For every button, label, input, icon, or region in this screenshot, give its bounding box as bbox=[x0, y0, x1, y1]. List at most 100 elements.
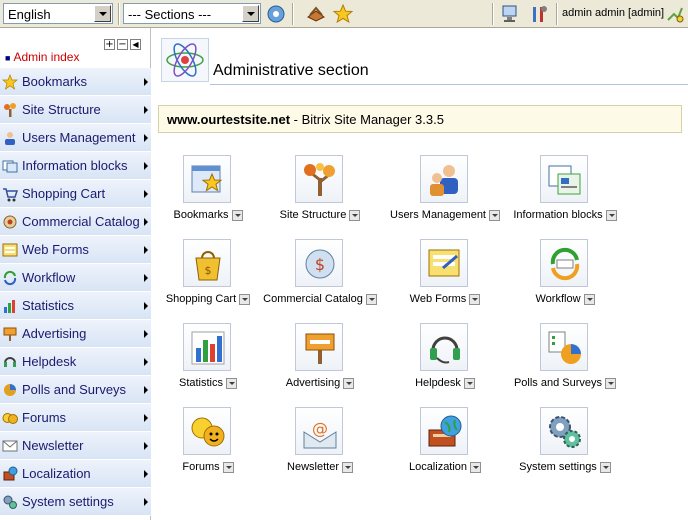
chevron-down-icon[interactable] bbox=[222, 461, 234, 473]
chevron-down-icon[interactable] bbox=[341, 461, 353, 473]
tile-label[interactable]: Information blocks bbox=[513, 209, 602, 221]
tile-label[interactable]: Localization bbox=[409, 461, 467, 473]
refresh-button[interactable] bbox=[265, 3, 287, 25]
chevron-down-icon[interactable] bbox=[489, 209, 500, 221]
tile-label[interactable]: System settings bbox=[519, 461, 597, 473]
sidebar-item-information-blocks[interactable]: Information blocks bbox=[0, 152, 151, 180]
sidebar-item-forums[interactable]: Forums bbox=[0, 404, 151, 432]
sidebar-item-polls-and-surveys[interactable]: Polls and Surveys bbox=[0, 376, 151, 404]
tile-workflow[interactable]: Workflow bbox=[500, 239, 630, 323]
tile-web-forms[interactable]: Web Forms bbox=[380, 239, 510, 323]
tile-label[interactable]: Polls and Surveys bbox=[514, 377, 602, 389]
sidebar-item-system-settings[interactable]: System settings bbox=[0, 488, 151, 516]
collapse-all-button[interactable]: − bbox=[117, 39, 128, 50]
tile-helpdesk[interactable]: Helpdesk bbox=[380, 323, 510, 407]
chevron-down-icon[interactable] bbox=[343, 377, 355, 389]
tile-newsletter[interactable]: @ Newsletter bbox=[255, 407, 385, 491]
tile-label[interactable]: Web Forms bbox=[410, 293, 467, 305]
tile-label[interactable]: Bookmarks bbox=[173, 209, 228, 221]
tile-localization[interactable]: Localization bbox=[380, 407, 510, 491]
tile-label[interactable]: Site Structure bbox=[280, 209, 347, 221]
site-structure-tile-icon[interactable] bbox=[295, 155, 343, 203]
helpdesk-tile-icon[interactable] bbox=[420, 323, 468, 371]
sidebar-item-shopping-cart[interactable]: Shopping Cart bbox=[0, 180, 151, 208]
information-blocks-tile-icon[interactable] bbox=[540, 155, 588, 203]
sidebar-item-users-management[interactable]: Users Management bbox=[0, 124, 151, 152]
statistics-tile-icon[interactable] bbox=[183, 323, 231, 371]
chevron-down-icon[interactable] bbox=[94, 5, 111, 22]
chevron-down-icon[interactable] bbox=[583, 293, 595, 305]
chevron-down-icon[interactable] bbox=[599, 461, 611, 473]
chevron-down-icon[interactable] bbox=[605, 377, 617, 389]
sidebar-item-label: Shopping Cart bbox=[22, 186, 106, 201]
favorites-button[interactable] bbox=[332, 3, 354, 25]
site-domain-link[interactable]: www.ourtestsite.net bbox=[167, 112, 290, 127]
sections-select[interactable]: --- Sections --- bbox=[123, 3, 261, 24]
users-management-tile-icon[interactable] bbox=[420, 155, 468, 203]
tile-label[interactable]: Newsletter bbox=[287, 461, 339, 473]
bookmarks-tile-icon[interactable] bbox=[183, 155, 231, 203]
language-select[interactable]: English bbox=[3, 3, 113, 24]
newsletter-tile-icon[interactable]: @ bbox=[295, 407, 343, 455]
chevron-down-icon[interactable] bbox=[463, 377, 475, 389]
expand-all-button[interactable]: + bbox=[104, 39, 115, 50]
tile-label[interactable]: Statistics bbox=[179, 377, 223, 389]
hide-panel-button[interactable]: ◀ bbox=[130, 39, 141, 50]
chevron-down-icon[interactable] bbox=[242, 5, 259, 22]
tile-forums[interactable]: Forums bbox=[143, 407, 273, 491]
tile-label[interactable]: Forums bbox=[182, 461, 219, 473]
admin-index-link[interactable]: ■ Admin index bbox=[5, 50, 79, 64]
tile-shopping-cart[interactable]: $ Shopping Cart bbox=[143, 239, 273, 323]
shopping-cart-tile-icon[interactable]: $ bbox=[183, 239, 231, 287]
chevron-down-icon[interactable] bbox=[349, 209, 361, 221]
tile-label[interactable]: Advertising bbox=[286, 377, 340, 389]
sidebar-item-label: Bookmarks bbox=[22, 74, 88, 89]
workflow-tile-icon[interactable] bbox=[540, 239, 588, 287]
localization-tile-icon[interactable] bbox=[420, 407, 468, 455]
chevron-down-icon[interactable] bbox=[469, 293, 481, 305]
tile-label[interactable]: Shopping Cart bbox=[166, 293, 236, 305]
tile-site-structure[interactable]: Site Structure bbox=[255, 155, 385, 239]
forums-tile-icon[interactable] bbox=[183, 407, 231, 455]
sidebar-item-workflow[interactable]: Workflow bbox=[0, 264, 151, 292]
tile-statistics[interactable]: Statistics bbox=[143, 323, 273, 407]
sidebar-item-bookmarks[interactable]: Bookmarks bbox=[0, 68, 151, 96]
tile-commercial-catalog[interactable]: $ Commercial Catalog bbox=[255, 239, 385, 323]
tile-system-settings[interactable]: System settings bbox=[500, 407, 630, 491]
tile-label[interactable]: Commercial Catalog bbox=[263, 293, 363, 305]
sidebar-item-advertising[interactable]: Advertising bbox=[0, 320, 151, 348]
tile-label[interactable]: Users Management bbox=[390, 209, 486, 221]
web-forms-tile-icon[interactable] bbox=[420, 239, 468, 287]
forums-icon bbox=[2, 413, 18, 424]
polls-and-surveys-tile-icon[interactable] bbox=[540, 323, 588, 371]
site-view-button[interactable] bbox=[498, 3, 520, 25]
headset-icon bbox=[430, 336, 460, 364]
sidebar-item-site-structure[interactable]: Site Structure bbox=[0, 96, 151, 124]
sidebar-item-web-forms[interactable]: Web Forms bbox=[0, 236, 151, 264]
sidebar-item-newsletter[interactable]: Newsletter bbox=[0, 432, 151, 460]
sidebar-item-localization[interactable]: Localization bbox=[0, 460, 151, 488]
chevron-down-icon[interactable] bbox=[231, 209, 243, 221]
tile-advertising[interactable]: Advertising bbox=[255, 323, 385, 407]
tile-label[interactable]: Helpdesk bbox=[415, 377, 461, 389]
advertising-tile-icon[interactable] bbox=[295, 323, 343, 371]
sidebar-item-commercial-catalog[interactable]: Commercial Catalog bbox=[0, 208, 151, 236]
sidebar-item-helpdesk[interactable]: Helpdesk bbox=[0, 348, 151, 376]
tile-information-blocks[interactable]: Information blocks bbox=[500, 155, 630, 239]
chevron-down-icon[interactable] bbox=[226, 377, 237, 389]
tile-users-management[interactable]: Users Management bbox=[380, 155, 510, 239]
tile-bookmarks[interactable]: Bookmarks bbox=[143, 155, 273, 239]
system-settings-tile-icon[interactable] bbox=[540, 407, 588, 455]
sidebar-item-statistics[interactable]: Statistics bbox=[0, 292, 151, 320]
settings-button[interactable] bbox=[528, 3, 550, 25]
commercial-catalog-tile-icon[interactable]: $ bbox=[295, 239, 343, 287]
logout-button[interactable] bbox=[664, 3, 686, 25]
chevron-down-icon[interactable] bbox=[365, 293, 377, 305]
tile-polls-and-surveys[interactable]: Polls and Surveys bbox=[500, 323, 630, 407]
chevron-down-icon[interactable] bbox=[239, 293, 251, 305]
chevron-down-icon[interactable] bbox=[470, 461, 482, 473]
tile-label[interactable]: Workflow bbox=[535, 293, 580, 305]
sidebar-item-label: Helpdesk bbox=[22, 354, 77, 369]
add-bookmark-button[interactable] bbox=[305, 3, 327, 25]
chevron-down-icon[interactable] bbox=[605, 209, 617, 221]
